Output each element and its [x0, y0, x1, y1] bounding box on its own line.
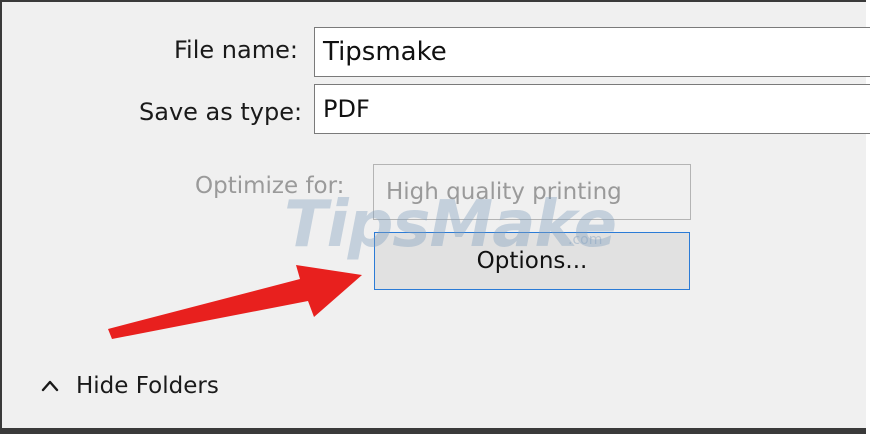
hide-folders-label: Hide Folders: [76, 373, 219, 399]
file-name-input[interactable]: Tipsmake: [314, 27, 870, 77]
red-arrow-icon: [108, 265, 362, 339]
hide-folders-button[interactable]: Hide Folders: [40, 369, 219, 403]
file-name-label: File name:: [174, 36, 298, 64]
chevron-up-icon: [41, 380, 59, 392]
optimize-for-select: High quality printing: [373, 164, 691, 220]
optimize-for-label: Optimize for:: [195, 173, 345, 199]
save-as-type-label: Save as type:: [139, 98, 303, 126]
save-as-type-select[interactable]: PDF: [314, 84, 870, 134]
save-dialog-panel: File name: Tipsmake Save as type: PDF Op…: [0, 0, 870, 434]
options-button[interactable]: Options...: [374, 232, 690, 290]
